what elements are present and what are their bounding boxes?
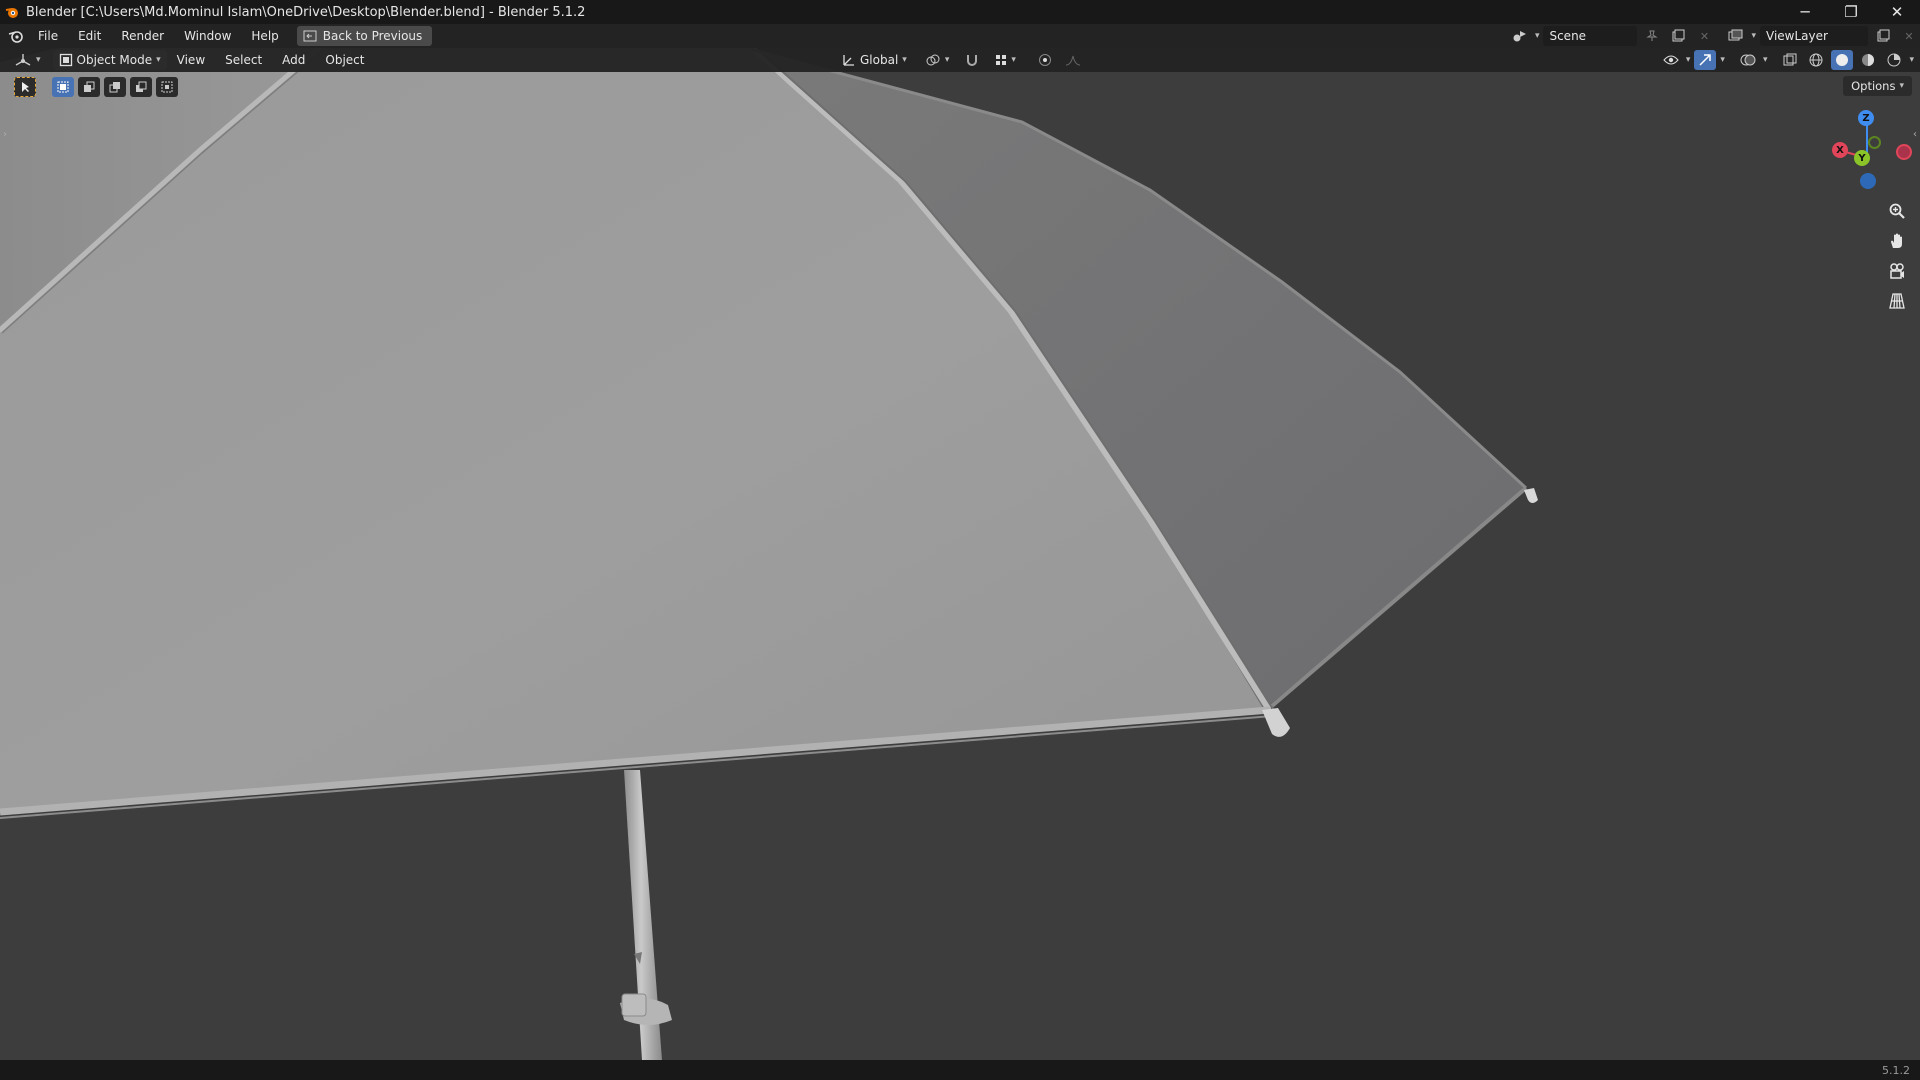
zoom-icon[interactable] — [1884, 198, 1910, 224]
rib-tip-right — [1524, 488, 1538, 503]
top-menu-bar: File Edit Render Window Help Back to Pre… — [0, 24, 1920, 48]
pan-hand-icon[interactable] — [1884, 228, 1910, 254]
gizmo-negative-x[interactable] — [1896, 144, 1912, 160]
blender-menu-icon[interactable] — [4, 24, 28, 48]
proportional-editing-icon[interactable] — [1034, 50, 1056, 70]
chevron-down-icon[interactable]: ▾ — [1909, 55, 1914, 65]
workspace-selectors: ▾ Scene ✕ ▾ ViewLayer ✕ — [1509, 24, 1920, 48]
menu-view[interactable]: View — [167, 48, 215, 72]
back-to-previous-button[interactable]: Back to Previous — [296, 26, 433, 46]
chevron-down-icon[interactable]: ▾ — [1763, 55, 1768, 65]
window-title: Blender [C:\Users\Md.Mominul Islam\OneDr… — [26, 4, 586, 20]
orientation-icon — [843, 55, 854, 66]
menu-render[interactable]: Render — [111, 24, 174, 48]
transform-orientation-label: Global — [860, 53, 899, 67]
select-mode-new-icon[interactable] — [52, 77, 74, 97]
title-bar: Blender [C:\Users\Md.Mominul Islam\OneDr… — [0, 0, 1920, 24]
editor-type-selector[interactable]: ▾ — [8, 50, 47, 70]
scene-icon[interactable] — [1509, 26, 1531, 46]
options-label: Options — [1851, 79, 1896, 93]
rendered-shading-icon[interactable] — [1883, 50, 1905, 70]
chevron-down-icon: ▾ — [156, 55, 161, 65]
chevron-down-icon[interactable]: ▾ — [1535, 31, 1540, 41]
gizmo-negative-z[interactable] — [1860, 173, 1876, 189]
minimize-button[interactable]: ─ — [1782, 0, 1828, 24]
chevron-down-icon[interactable]: ▾ — [1751, 31, 1756, 41]
overlays-icon[interactable] — [1737, 50, 1759, 70]
gizmo-x-axis[interactable]: X — [1832, 142, 1848, 158]
gizmo-z-axis[interactable]: Z — [1858, 110, 1874, 126]
umbrella-scene — [0, 48, 1538, 1060]
tool-header — [8, 74, 178, 100]
delete-view-layer-icon[interactable]: ✕ — [1898, 26, 1920, 46]
blender-logo-icon — [4, 4, 20, 20]
umbrella-pole — [620, 770, 672, 1060]
chevron-down-icon: ▾ — [902, 55, 907, 65]
visibility-icon[interactable] — [1660, 50, 1682, 70]
snap-grid-icon — [996, 55, 1007, 65]
snap-target-selector[interactable]: ▾ — [989, 50, 1022, 70]
menu-select[interactable]: Select — [215, 48, 272, 72]
blender-window: Blender [C:\Users\Md.Mominul Islam\OneDr… — [0, 0, 1920, 1080]
viewport-header: ▾ Object Mode ▾ View Select Add Object G… — [0, 48, 1920, 72]
menu-window[interactable]: Window — [174, 24, 241, 48]
menu-help[interactable]: Help — [241, 24, 288, 48]
snap-toggle-icon[interactable] — [961, 50, 983, 70]
gizmo-toggle-icon[interactable] — [1694, 50, 1717, 70]
select-tool-icon[interactable] — [14, 77, 36, 97]
chevron-down-icon: ▾ — [36, 55, 41, 65]
pin-icon[interactable] — [1641, 26, 1663, 46]
3d-viewport[interactable]: › ‹ — [0, 48, 1920, 1060]
version-label: 5.1.2 — [1882, 1063, 1910, 1077]
material-preview-icon[interactable] — [1857, 50, 1879, 70]
navigation-gizmo[interactable]: Z X Y — [1832, 108, 1916, 192]
wireframe-shading-icon[interactable] — [1805, 50, 1827, 70]
gizmo-negative-y[interactable] — [1868, 136, 1881, 149]
perspective-toggle-icon[interactable] — [1884, 288, 1910, 314]
chevron-down-icon: ▾ — [944, 55, 950, 65]
chevron-down-icon[interactable]: ▾ — [1720, 55, 1725, 65]
delete-scene-icon[interactable]: ✕ — [1693, 26, 1715, 46]
xray-toggle-icon[interactable] — [1779, 50, 1801, 70]
menu-add[interactable]: Add — [272, 48, 315, 72]
select-mode-difference-icon[interactable] — [130, 77, 152, 97]
chevron-down-icon: ▾ — [1011, 55, 1016, 65]
mode-selector[interactable]: Object Mode ▾ — [52, 50, 167, 70]
transform-orientation-selector[interactable]: Global ▾ — [836, 50, 913, 70]
new-view-layer-icon[interactable] — [1872, 26, 1894, 46]
solid-shading-icon[interactable] — [1831, 50, 1854, 70]
close-button[interactable]: ✕ — [1874, 0, 1920, 24]
back-to-previous-label: Back to Previous — [322, 29, 423, 43]
mode-label: Object Mode — [76, 53, 153, 67]
chevron-down-icon[interactable]: ▾ — [1686, 55, 1691, 65]
chevron-down-icon: ▾ — [1899, 81, 1904, 91]
gizmo-y-axis[interactable]: Y — [1854, 150, 1870, 166]
new-scene-icon[interactable] — [1667, 26, 1689, 46]
3d-viewport-icon — [15, 54, 31, 66]
select-mode-extend-icon[interactable] — [78, 77, 100, 97]
scene-field[interactable]: Scene — [1543, 26, 1638, 46]
viewport-display-controls: ▾ ▾ ▾ ▾ — [1660, 48, 1914, 72]
camera-view-icon[interactable] — [1884, 258, 1910, 284]
maximize-button[interactable]: ❐ — [1828, 0, 1874, 24]
view-layer-icon[interactable] — [1725, 26, 1747, 46]
options-dropdown[interactable]: Options ▾ — [1843, 76, 1912, 96]
select-mode-intersect-icon[interactable] — [156, 77, 178, 97]
back-arrow-icon — [303, 30, 317, 42]
menu-edit[interactable]: Edit — [68, 24, 111, 48]
toolbar-expand-arrow-icon[interactable]: › — [0, 124, 10, 144]
pivot-icon — [926, 54, 940, 66]
menu-file[interactable]: File — [28, 24, 68, 48]
status-bar: 5.1.2 — [0, 1060, 1920, 1080]
view-layer-field[interactable]: ViewLayer — [1760, 26, 1868, 46]
falloff-icon[interactable] — [1062, 50, 1084, 70]
object-mode-icon — [59, 53, 72, 67]
rib-tip-front — [1262, 708, 1290, 737]
pivot-point-selector[interactable]: ▾ — [919, 50, 956, 70]
transform-controls: Global ▾ ▾ ▾ — [836, 48, 1084, 72]
menu-object[interactable]: Object — [315, 48, 374, 72]
select-mode-subtract-icon[interactable] — [104, 77, 126, 97]
